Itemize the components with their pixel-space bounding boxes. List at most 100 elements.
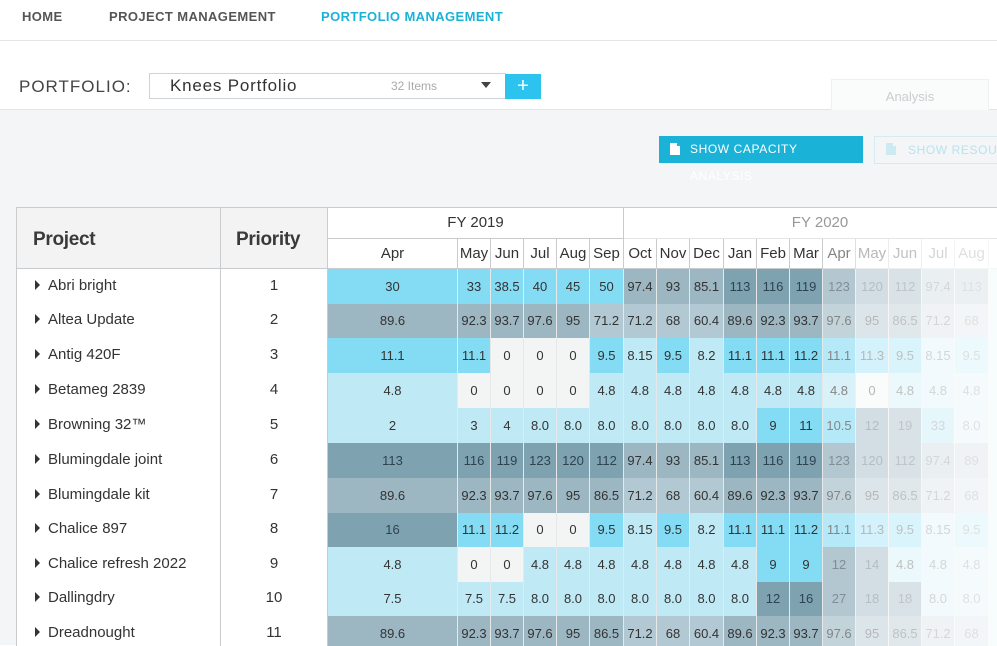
capacity-cell[interactable]: 11.2 (790, 513, 823, 547)
table-row[interactable]: Blumingdale kit (17, 478, 221, 513)
capacity-cell[interactable]: 9 (757, 547, 790, 582)
capacity-cell[interactable]: 92.3 (757, 304, 790, 338)
capacity-cell[interactable]: 12 (757, 582, 790, 616)
capacity-cell[interactable]: 86.5 (590, 616, 624, 646)
capacity-cell[interactable]: 119 (790, 269, 823, 304)
capacity-cell[interactable]: 95 (557, 478, 590, 513)
capacity-cell[interactable]: 8.0 (624, 582, 657, 616)
chevron-down-icon[interactable] (481, 82, 491, 88)
capacity-cell[interactable]: 8.0 (657, 408, 690, 443)
capacity-cell[interactable]: 11.2 (491, 513, 524, 547)
capacity-cell[interactable]: 92.3 (757, 478, 790, 513)
capacity-cell[interactable]: 123 (524, 443, 557, 478)
capacity-cell[interactable]: 113 (724, 269, 757, 304)
table-row[interactable]: Chalice 897 (17, 513, 221, 547)
capacity-cell[interactable]: 0 (524, 513, 557, 547)
expand-arrow-icon[interactable] (35, 523, 40, 533)
capacity-cell[interactable]: 113 (724, 443, 757, 478)
capacity-cell[interactable]: 8.15 (624, 338, 657, 373)
capacity-cell[interactable]: 8.2 (690, 513, 724, 547)
table-row[interactable]: Chalice refresh 2022 (17, 547, 221, 582)
capacity-cell[interactable]: 0 (557, 373, 590, 408)
capacity-cell[interactable]: 68 (955, 304, 989, 338)
capacity-cell[interactable]: 6 (989, 478, 997, 513)
capacity-cell[interactable]: 89.6 (328, 616, 458, 646)
capacity-cell[interactable]: 4.8 (724, 373, 757, 408)
expand-arrow-icon[interactable] (35, 349, 40, 359)
capacity-cell[interactable]: 4.8 (955, 373, 989, 408)
capacity-cell[interactable]: 4 (989, 547, 997, 582)
table-row[interactable]: Browning 32™ (17, 408, 221, 443)
capacity-cell[interactable]: 97.4 (624, 443, 657, 478)
table-row[interactable]: Blumingdale joint (17, 443, 221, 478)
capacity-cell[interactable]: 7.5 (491, 582, 524, 616)
capacity-cell[interactable]: 18 (856, 582, 889, 616)
capacity-cell[interactable]: 86.5 (889, 478, 922, 513)
capacity-cell[interactable]: 89.6 (328, 304, 458, 338)
capacity-cell[interactable]: 86.5 (590, 478, 624, 513)
capacity-cell[interactable]: 71.2 (922, 616, 955, 646)
capacity-cell[interactable]: 30 (328, 269, 458, 304)
capacity-cell[interactable]: 3 (458, 408, 491, 443)
capacity-cell[interactable]: 89.6 (724, 616, 757, 646)
expand-arrow-icon[interactable] (35, 627, 40, 637)
capacity-cell[interactable]: 120 (557, 443, 590, 478)
capacity-cell[interactable]: 68 (657, 478, 690, 513)
capacity-cell[interactable]: 19 (889, 408, 922, 443)
capacity-cell[interactable]: 89 (955, 443, 989, 478)
capacity-cell[interactable]: 116 (458, 443, 491, 478)
capacity-cell[interactable]: 8.2 (690, 338, 724, 373)
capacity-cell[interactable]: 11.3 (856, 513, 889, 547)
capacity-cell[interactable]: 95 (557, 304, 590, 338)
capacity-cell[interactable]: 8.0 (590, 408, 624, 443)
capacity-cell[interactable]: 11.1 (328, 338, 458, 373)
capacity-cell[interactable]: 2 (328, 408, 458, 443)
capacity-cell[interactable]: 4.8 (790, 373, 823, 408)
show-resources-button[interactable]: SHOW RESOUR (874, 136, 997, 164)
capacity-cell[interactable]: 89.6 (724, 304, 757, 338)
capacity-cell[interactable]: 93.7 (790, 478, 823, 513)
capacity-cell[interactable]: 71.2 (922, 304, 955, 338)
capacity-cell[interactable]: 4.8 (590, 373, 624, 408)
capacity-cell[interactable]: 8 (989, 582, 997, 616)
capacity-cell[interactable]: 123 (823, 443, 856, 478)
capacity-cell[interactable]: 11 (790, 408, 823, 443)
capacity-cell[interactable]: 11.1 (823, 513, 856, 547)
table-row[interactable]: Antig 420F (17, 338, 221, 373)
capacity-cell[interactable]: 123 (823, 269, 856, 304)
capacity-cell[interactable]: 0 (557, 338, 590, 373)
capacity-cell[interactable]: 16 (790, 582, 823, 616)
capacity-cell[interactable]: 97.6 (524, 478, 557, 513)
capacity-cell[interactable]: 92.3 (458, 304, 491, 338)
capacity-cell[interactable]: 8.0 (724, 582, 757, 616)
expand-arrow-icon[interactable] (35, 558, 40, 568)
capacity-cell[interactable]: 9.5 (590, 338, 624, 373)
add-portfolio-button[interactable]: + (505, 74, 541, 99)
capacity-cell[interactable]: 4.8 (524, 547, 557, 582)
capacity-cell[interactable]: 9.5 (889, 513, 922, 547)
capacity-cell[interactable]: 9.5 (590, 513, 624, 547)
capacity-cell[interactable]: 6 (989, 616, 997, 646)
capacity-cell[interactable]: 11.2 (790, 338, 823, 373)
capacity-cell[interactable]: 8.15 (624, 513, 657, 547)
capacity-cell[interactable]: 4.8 (889, 373, 922, 408)
expand-arrow-icon[interactable] (35, 419, 40, 429)
capacity-cell[interactable]: 11.1 (757, 338, 790, 373)
capacity-cell[interactable]: 71.2 (624, 304, 657, 338)
capacity-cell[interactable]: 112 (889, 443, 922, 478)
capacity-cell[interactable]: 60.4 (690, 616, 724, 646)
capacity-cell[interactable]: 11.1 (724, 513, 757, 547)
capacity-cell[interactable]: 68 (955, 616, 989, 646)
capacity-cell[interactable]: 71.2 (624, 616, 657, 646)
capacity-cell[interactable]: 0 (856, 373, 889, 408)
capacity-cell[interactable]: 0 (491, 373, 524, 408)
capacity-cell[interactable]: 92.3 (458, 478, 491, 513)
capacity-cell[interactable]: 8.0 (690, 582, 724, 616)
capacity-cell[interactable]: 95 (856, 616, 889, 646)
capacity-cell[interactable]: 93.7 (790, 304, 823, 338)
table-row[interactable]: Dreadnought (17, 616, 221, 646)
capacity-cell[interactable]: 9 (790, 547, 823, 582)
priority-column-header[interactable]: Priority (221, 208, 328, 269)
capacity-cell[interactable]: 18 (889, 582, 922, 616)
capacity-cell[interactable]: 95 (856, 478, 889, 513)
